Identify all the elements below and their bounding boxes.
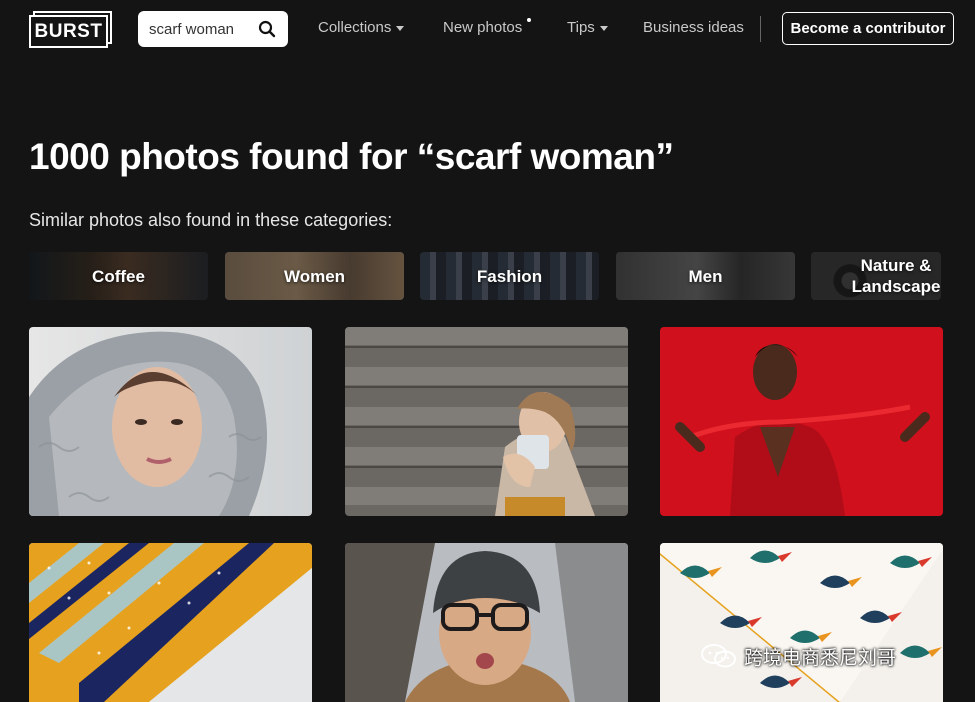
nav-collections-label: Collections xyxy=(318,19,392,36)
chevron-down-icon xyxy=(396,26,405,31)
category-coffee[interactable]: Coffee xyxy=(29,252,208,300)
nav-business-ideas[interactable]: Business ideas xyxy=(643,19,744,36)
photo-woman-red-scarf xyxy=(660,327,943,516)
category-fashion[interactable]: Fashion xyxy=(420,252,599,300)
search-box xyxy=(138,11,288,47)
category-label: Fashion xyxy=(476,266,543,286)
photo-striped-scarf xyxy=(29,543,312,702)
nav-tips-label: Tips xyxy=(567,19,595,36)
burst-logo[interactable]: BURST xyxy=(29,11,112,48)
photo-card[interactable] xyxy=(660,543,943,702)
photo-woman-beanie-glasses xyxy=(345,543,628,702)
become-contributor-button[interactable]: Become a contributor xyxy=(782,12,954,45)
photo-toucan-scarf xyxy=(660,543,943,702)
search-icon[interactable] xyxy=(258,20,276,38)
category-label: Coffee xyxy=(92,266,145,286)
watermark: 跨境电商悉尼刘哥 xyxy=(700,642,896,670)
category-nature-landscape[interactable]: Nature & Landscape xyxy=(811,252,941,300)
photo-card[interactable] xyxy=(660,327,943,516)
results-title: 1000 photos found for “scarf woman” xyxy=(29,136,674,177)
photo-woman-knit-hood xyxy=(29,327,312,516)
category-men[interactable]: Men xyxy=(616,252,795,300)
photo-card[interactable] xyxy=(29,327,312,516)
category-label: Women xyxy=(283,266,346,286)
nav-new-photos[interactable]: New photos xyxy=(443,19,522,36)
similar-categories-label: Similar photos also found in these categ… xyxy=(29,210,393,230)
photo-woman-mug-wood-wall xyxy=(345,327,628,516)
category-label: Men xyxy=(688,266,723,286)
nav-business-ideas-label: Business ideas xyxy=(643,19,744,36)
nav-collections[interactable]: Collections xyxy=(318,19,405,36)
photo-card[interactable] xyxy=(345,327,628,516)
top-navigation-bar: BURST Collections New photos Tips Busine… xyxy=(0,0,975,58)
nav-tips[interactable]: Tips xyxy=(567,19,608,36)
photo-card[interactable] xyxy=(29,543,312,702)
watermark-text: 跨境电商悉尼刘哥 xyxy=(744,647,897,669)
wechat-icon xyxy=(701,644,736,668)
photo-card[interactable] xyxy=(345,543,628,702)
nav-divider xyxy=(760,16,761,42)
category-women[interactable]: Women xyxy=(225,252,404,300)
category-label: Nature & Landscape xyxy=(851,256,941,296)
new-indicator-dot xyxy=(527,18,531,22)
chevron-down-icon xyxy=(599,26,608,31)
logo-text: BURST xyxy=(29,15,108,48)
search-input[interactable] xyxy=(149,19,257,39)
nav-new-photos-label: New photos xyxy=(443,19,523,36)
